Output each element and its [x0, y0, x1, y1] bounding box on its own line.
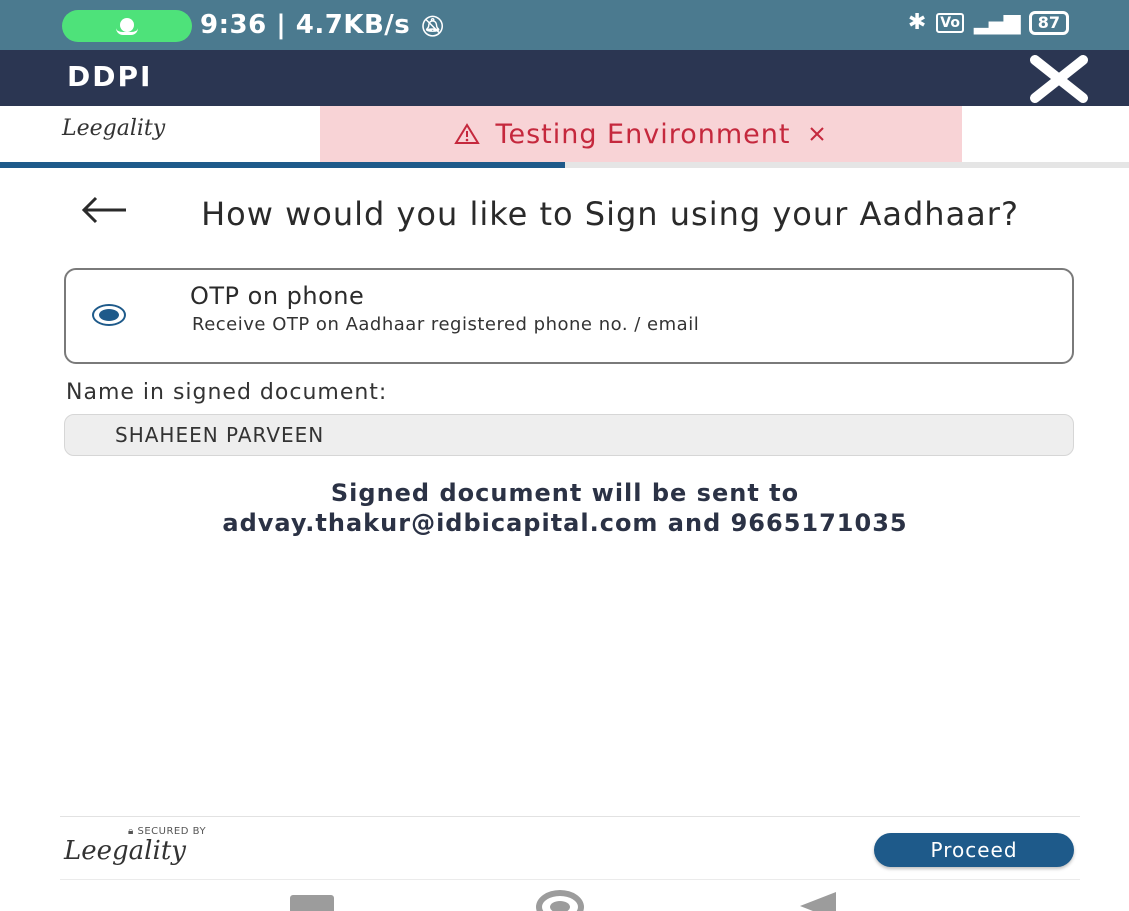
leegality-logo: Leegality — [62, 116, 166, 141]
warning-icon — [453, 123, 480, 145]
header-row: Leegality Testing Environment — [0, 106, 1129, 162]
recent-apps-icon[interactable] — [290, 895, 334, 911]
close-icon[interactable] — [1029, 54, 1089, 104]
battery-icon: 87 — [1028, 10, 1069, 35]
status-time: 9:36 | 4.7KB/s 🔕︎ — [200, 10, 446, 40]
bluetooth-icon: ✱ — [907, 10, 927, 35]
banner-close-icon[interactable] — [806, 123, 828, 145]
proceed-button[interactable]: Proceed — [874, 833, 1074, 867]
option-title: OTP on phone — [190, 282, 365, 310]
mute-icon: 🔕︎ — [419, 14, 446, 38]
app-bar: DDPI — [0, 50, 1129, 106]
mic-indicator — [62, 10, 192, 42]
otp-option-card[interactable]: OTP on phone Receive OTP on Aadhaar regi… — [64, 268, 1074, 364]
option-subtitle: Receive OTP on Aadhaar registered phone … — [192, 314, 700, 335]
mic-icon — [116, 18, 138, 35]
sent-to-note-line1: Signed document will be sent to — [330, 479, 800, 507]
volte-icon: Vo — [936, 12, 964, 33]
name-field: SHAHEEN PARVEEN — [64, 414, 1074, 456]
banner-text: Testing Environment — [495, 118, 791, 150]
page-title: How would you like to Sign using your Aa… — [201, 195, 1019, 233]
footer-bottom-divider — [60, 879, 1080, 880]
back-arrow-icon[interactable] — [80, 195, 130, 225]
nav-back-icon[interactable] — [800, 892, 836, 911]
footer-divider — [60, 816, 1080, 817]
otp-radio-button[interactable] — [92, 304, 126, 326]
status-icons: ✱ Vo ▂▄▆ 87 — [908, 10, 1069, 35]
sent-to-note: Signed document will be sent to advay.th… — [30, 478, 1100, 538]
progress-fill — [0, 162, 565, 168]
signal-icon: ▂▄▆ — [973, 10, 1021, 35]
sent-to-note-line2: advay.thakur@idbicapital.com and 9665171… — [222, 509, 908, 537]
testing-environment-banner: Testing Environment — [320, 106, 962, 162]
app-title: DDPI — [67, 60, 153, 93]
name-label: Name in signed document: — [66, 380, 388, 405]
status-bar: 9:36 | 4.7KB/s 🔕︎ ✱ Vo ▂▄▆ 87 — [0, 0, 1129, 50]
progress-bar — [0, 162, 1129, 168]
home-icon[interactable] — [536, 890, 584, 911]
footer-leegality-logo: Leegality — [64, 836, 186, 866]
